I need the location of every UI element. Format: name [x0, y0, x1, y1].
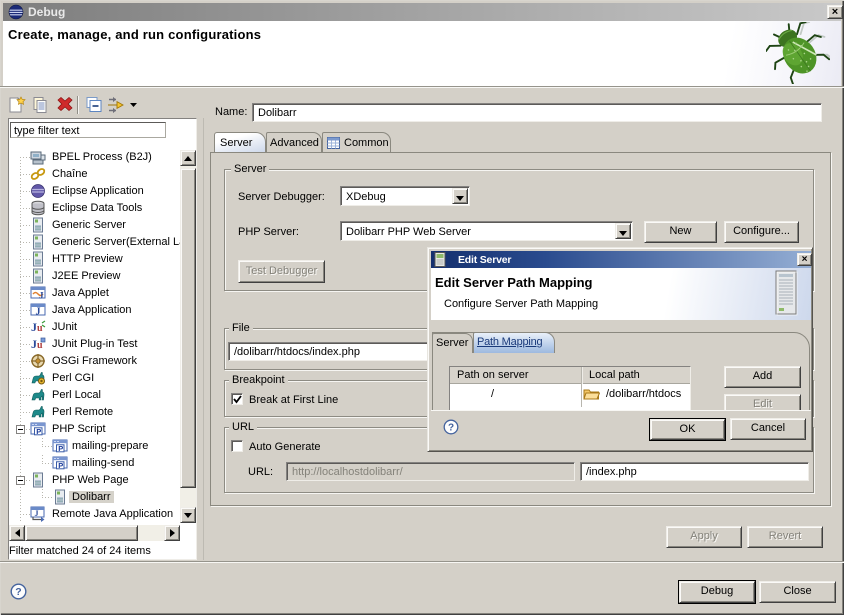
- svg-text:?: ?: [448, 423, 454, 434]
- svg-text:P: P: [36, 427, 41, 436]
- svg-text:J: J: [36, 307, 41, 318]
- svg-text:P: P: [58, 444, 63, 453]
- svg-text:?: ?: [15, 586, 21, 598]
- svg-text:J: J: [35, 509, 39, 518]
- svg-text:P: P: [58, 461, 63, 470]
- svg-text:J: J: [39, 291, 44, 301]
- svg-text:u: u: [37, 323, 43, 334]
